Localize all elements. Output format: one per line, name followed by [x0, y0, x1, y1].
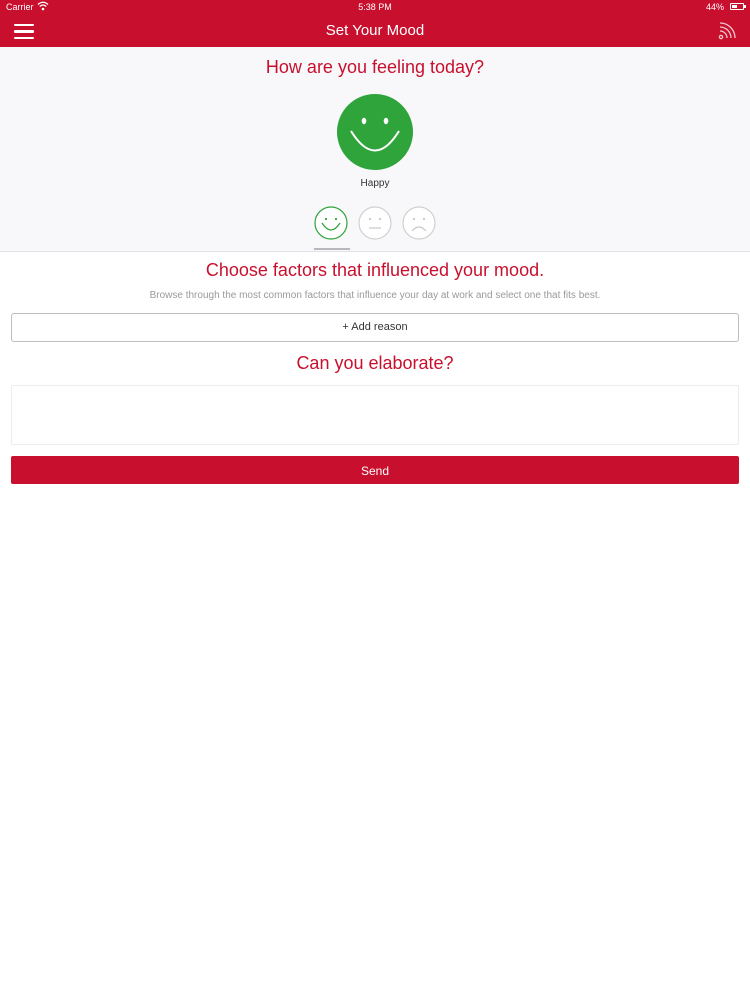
mood-question: How are you feeling today?	[265, 57, 485, 77]
mood-option-sad[interactable]	[402, 206, 436, 240]
factors-title: Choose factors that influenced your mood…	[205, 260, 545, 280]
add-reason-button[interactable]: + Add reason	[11, 313, 739, 342]
selected-mood-label: Happy	[360, 178, 390, 189]
mood-option-neutral[interactable]	[358, 206, 392, 240]
clock: 5:38 PM	[358, 2, 392, 12]
mood-selection-indicator	[314, 248, 350, 250]
happy-outline-icon	[314, 206, 348, 240]
mood-option-happy[interactable]	[314, 206, 348, 240]
battery-percent: 44%	[705, 2, 724, 12]
page: Carrier 5:38 PM 44% Set Your Mood How ar…	[0, 0, 750, 1000]
happy-face-icon	[337, 94, 413, 170]
neutral-face-icon	[358, 206, 392, 240]
battery-icon	[730, 3, 746, 10]
mood-section: How are you feeling today? Happy	[0, 47, 750, 252]
rss-icon[interactable]	[718, 22, 736, 40]
nav-bar: Set Your Mood	[0, 14, 750, 47]
elaborate-input[interactable]	[11, 385, 739, 445]
elaborate-title: Can you elaborate?	[296, 353, 454, 373]
send-button[interactable]: Send	[11, 456, 739, 484]
sad-face-icon	[402, 206, 436, 240]
factors-description: Browse through the most common factors t…	[149, 290, 601, 301]
status-bar: Carrier 5:38 PM 44%	[0, 0, 750, 14]
page-title: Set Your Mood	[325, 22, 425, 39]
